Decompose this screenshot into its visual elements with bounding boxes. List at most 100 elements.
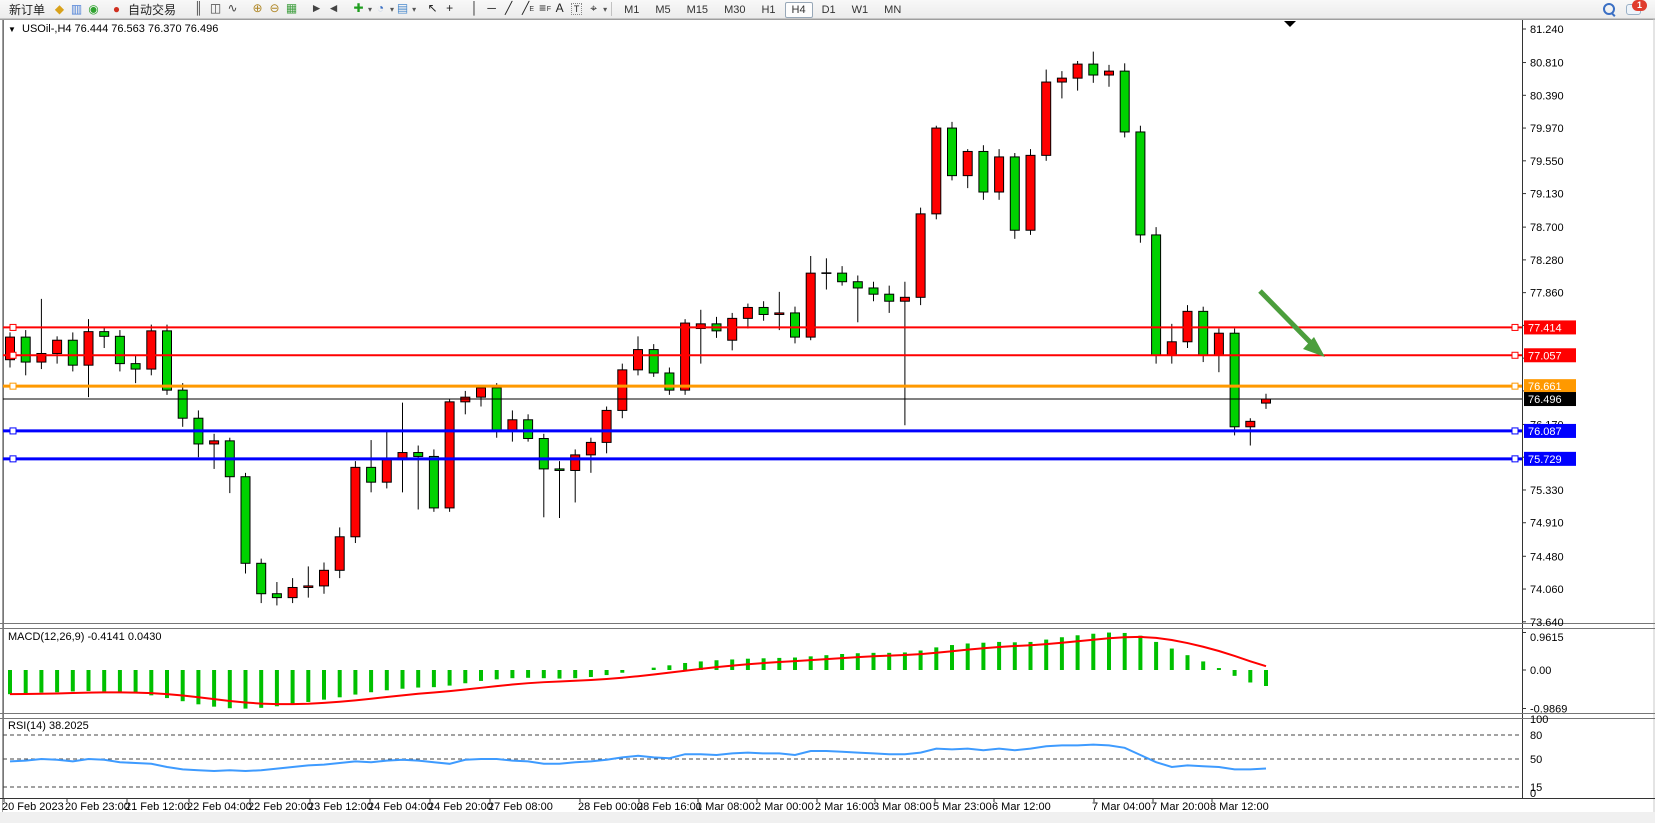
candle-body [681,323,690,390]
candle-body [995,157,1004,192]
trendline-icon[interactable]: ╱ [500,0,517,17]
candle-body [492,388,501,432]
timeframe-m15[interactable]: M15 [680,2,715,18]
rsi-axis-label: 80 [1530,730,1542,742]
bottom-strip [0,812,1655,823]
time-axis-label: 22 Feb 04:00 [187,801,252,813]
pivot-line-price-badge-label: 76.661 [1528,381,1562,393]
timeframe-m1[interactable]: M1 [617,2,646,18]
support-line-1-left-anchor[interactable] [10,428,16,434]
support-line-1-right-anchor[interactable] [1512,428,1518,434]
search-icon[interactable] [1603,3,1616,16]
periods-icon[interactable]: ◔ [372,0,389,17]
candle-body [853,282,862,288]
candle-body [147,331,156,369]
template-icon-caret[interactable]: ▾ [412,5,416,14]
timeframe-w1[interactable]: W1 [845,2,876,18]
arrows-icon[interactable]: ⌖ [585,0,602,17]
indicators-icon[interactable]: ✚ [350,0,367,17]
bid-price-line-price-badge-label: 76.496 [1528,394,1562,406]
timeframe-h4[interactable]: H4 [785,2,813,18]
timeframe-m30[interactable]: M30 [717,2,752,18]
price-axis-label: 80.810 [1530,58,1564,70]
toolbar-left-icons: ◆▥◉ [51,1,102,18]
candle-body [477,388,486,397]
macd-axis-label: 0.9615 [1530,632,1564,644]
candle-body [1246,421,1255,426]
chart-window: 81.24080.81080.39079.97079.55079.13078.7… [0,0,1655,823]
candle-body [586,442,595,454]
candle-body [869,288,878,294]
auto-scroll-icon[interactable]: ► [308,0,325,17]
candle-body [131,364,140,369]
text-label-icon[interactable]: T [568,1,585,18]
candle-body [885,294,894,301]
time-axis-label: 3 Mar 08:00 [873,801,932,813]
support-line-2-left-anchor[interactable] [10,456,16,462]
candle-body [272,594,281,598]
timeframe-m5[interactable]: M5 [648,2,677,18]
candle-body [775,313,784,315]
timeframe-d1[interactable]: D1 [815,2,843,18]
market-watch-icon[interactable]: ◆ [51,1,68,18]
candle-body [759,307,768,314]
candle-body [743,307,752,318]
rsi-axis-label: 0 [1530,788,1536,800]
line-chart-icon[interactable]: ∿ [224,0,241,17]
text-icon[interactable]: A [551,0,568,17]
timeframe-h1[interactable]: H1 [754,2,782,18]
ohlc-dropdown-icon[interactable]: ▼ [8,25,16,34]
candle-body [288,587,297,597]
tile-windows-icon[interactable]: ▦ [283,0,300,17]
vertical-line-icon[interactable]: │ [466,0,483,17]
arrows-icon-caret[interactable]: ▾ [603,5,607,14]
candle-body [948,128,957,176]
zoom-out-icon[interactable]: ⊖ [266,0,283,17]
price-axis-label: 73.640 [1530,617,1564,629]
resistance-line-2-left-anchor[interactable] [10,352,16,358]
price-axis-label: 80.390 [1530,90,1564,102]
cursor-icon[interactable]: ↖ [424,0,441,17]
rsi-axis-label: 100 [1530,714,1548,726]
support-line-2-right-anchor[interactable] [1512,456,1518,462]
candle-body [634,350,643,370]
pivot-line-right-anchor[interactable] [1512,383,1518,389]
autotrading-button[interactable]: ● 自动交易 [102,0,182,19]
price-axis-label: 81.240 [1530,24,1564,36]
candle-body [649,350,658,373]
pivot-line-left-anchor[interactable] [10,383,16,389]
resistance-line-1-right-anchor[interactable] [1512,324,1518,330]
notifications-icon[interactable]: 1 [1626,3,1641,15]
time-axis-label: 2 Mar 00:00 [755,801,814,813]
horizontal-line-icon[interactable]: ─ [483,0,500,17]
chart-plot-area[interactable] [3,20,1522,623]
price-axis-label: 78.280 [1530,255,1564,267]
macd-indicator-label: MACD(12,26,9) -0.4141 0.0430 [8,631,161,643]
chart-shift-icon[interactable]: ◄ [325,0,342,17]
candle-body [916,214,925,297]
crosshair-icon[interactable]: + [441,0,458,17]
candle-body [304,586,313,588]
resistance-line-2-right-anchor[interactable] [1512,352,1518,358]
fibonacci-icon[interactable]: ≡F [534,0,551,17]
timeframe-toolbar: M1M5M15M30H1H4D1W1MN [616,2,909,16]
candlestick-chart-icon[interactable]: ◫ [207,0,224,17]
zoom-in-icon[interactable]: ⊕ [249,0,266,17]
resistance-line-1-left-anchor[interactable] [10,324,16,330]
candle-body [1136,132,1145,235]
price-axis-label: 79.970 [1530,123,1564,135]
candle-body [1026,155,1035,230]
candle-body [1167,342,1176,355]
new-order-button[interactable]: 新订单 [3,0,51,19]
candle-body [900,297,909,301]
candle-body [838,273,847,282]
data-window-icon[interactable]: ▥ [68,1,85,18]
bar-chart-icon[interactable]: ║ [190,0,207,17]
navigator-icon[interactable]: ◉ [85,1,102,18]
macd-axis-label: 0.00 [1530,665,1551,677]
template-icon[interactable]: ▤ [394,0,411,17]
channel-icon[interactable]: ╱E [517,0,534,17]
candle-body [728,318,737,340]
timeframe-mn[interactable]: MN [877,2,908,18]
price-axis-label: 77.860 [1530,288,1564,300]
